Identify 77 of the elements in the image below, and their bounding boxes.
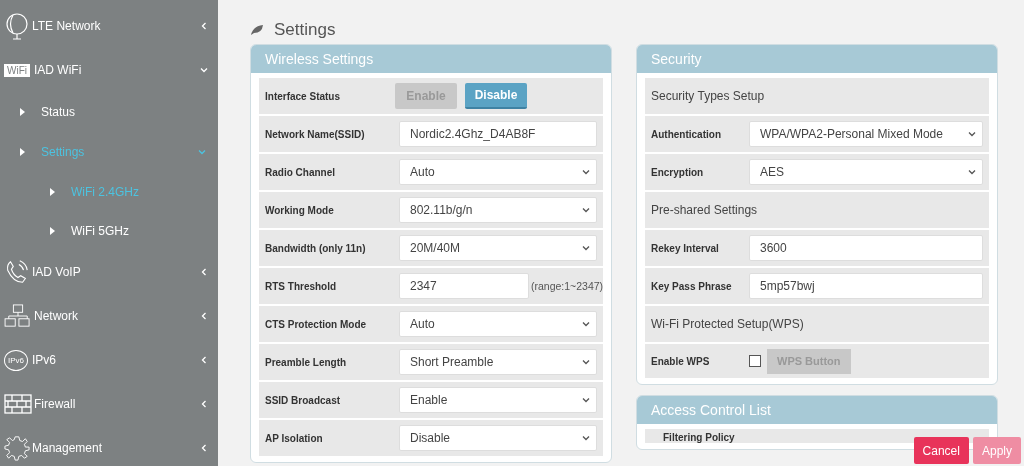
chevron-down-icon [968,168,976,176]
menu-item[interactable]: IPv6 IPv6 [0,338,218,382]
select-dropdown[interactable]: Auto [399,159,597,185]
section-heading: Security Types Setup [651,89,765,103]
chevron-down-icon [582,244,590,252]
chevron-left-icon [200,22,208,30]
section-heading: Pre-shared Settings [651,203,758,217]
caret-right-icon [50,226,55,235]
checkbox[interactable] [749,355,761,367]
field-label: Radio Channel [265,166,336,178]
page-title: Settings [274,20,336,40]
field-label: Authentication [651,128,722,140]
select-dropdown[interactable]: Enable [399,387,597,413]
chevron-down-icon [968,130,976,138]
field-label: Key Pass Phrase [651,280,733,292]
chevron-down-icon [582,434,590,442]
select-dropdown[interactable]: WPA/WPA2-Personal Mixed Mode [749,121,983,147]
panel-header: Access Control List [637,396,997,424]
caret-right-icon [20,148,25,156]
chevron-left-icon [200,400,208,408]
field-label: SSID Broadcast [265,394,342,406]
field-label: Network Name(SSID) [265,128,366,140]
chevron-down-icon [582,206,590,214]
chevron-left-icon [200,356,208,364]
phone-icon [4,259,30,285]
select-dropdown[interactable]: Disable [399,425,597,451]
field-label: CTS Protection Mode [265,318,368,330]
panel-header: Security [637,45,997,73]
leaf-icon [250,24,264,36]
range-hint: (range:1~2347) [531,280,604,292]
menu-item[interactable]: LTE Network [0,4,218,48]
field-label: Interface Status [265,90,342,102]
select-dropdown[interactable]: Auto [399,311,597,337]
cancel-button[interactable]: Cancel [913,437,969,464]
field-label: Preamble Length [265,356,348,368]
menu-item[interactable]: IAD VoIP [0,250,218,294]
field-label: Filtering Policy [662,431,735,443]
menu-item[interactable]: WiFi IAD WiFi [0,48,218,92]
section-heading: Wi-Fi Protected Setup(WPS) [651,317,804,331]
submenu-item[interactable]: Status [0,92,218,132]
select-dropdown[interactable]: 802.11b/g/n [399,197,597,223]
field-label: Enable WPS [651,355,711,367]
field-label: RTS Threshold [265,280,338,292]
chevron-down-icon [198,148,206,156]
chevron-down-icon [582,320,590,328]
gear-icon [4,435,30,461]
field-label: AP Isolation [265,432,324,444]
toggle-button[interactable]: Disable [465,83,527,109]
caret-right-icon [20,108,25,116]
input-field[interactable]: 2347 [399,273,529,299]
globe-icon [4,12,30,40]
brick-wall-icon [4,394,32,414]
input-field[interactable]: Nordic2.4Ghz_D4AB8F [399,121,597,147]
select-dropdown[interactable]: Short Preamble [399,349,597,375]
input-field[interactable]: 3600 [749,235,983,261]
chevron-down-icon [582,358,590,366]
chevron-left-icon [200,312,208,320]
select-dropdown[interactable]: 20M/40M [399,235,597,261]
chevron-down-icon [582,168,590,176]
network-icon [4,304,32,328]
wifi-logo-icon: WiFi [4,63,30,77]
panel-header: Wireless Settings [251,45,611,73]
field-label: Encryption [651,166,705,178]
chevron-down-icon [200,66,208,74]
submenu-item[interactable]: WiFi 5GHz [0,211,218,250]
caret-right-icon [50,187,55,196]
chevron-left-icon [200,444,208,452]
menu-item[interactable]: Management [0,426,218,466]
chevron-down-icon [582,396,590,404]
input-field[interactable]: 5mp57bwj [749,273,983,299]
menu-item[interactable]: Firewall [0,382,218,426]
select-dropdown[interactable]: AES [749,159,983,185]
chevron-left-icon [200,268,208,276]
field-label: Working Mode [265,204,335,216]
menu-item[interactable]: Network [0,294,218,338]
field-label: Bandwidth (only 11n) [265,242,367,254]
field-label: Rekey Interval [651,242,720,254]
